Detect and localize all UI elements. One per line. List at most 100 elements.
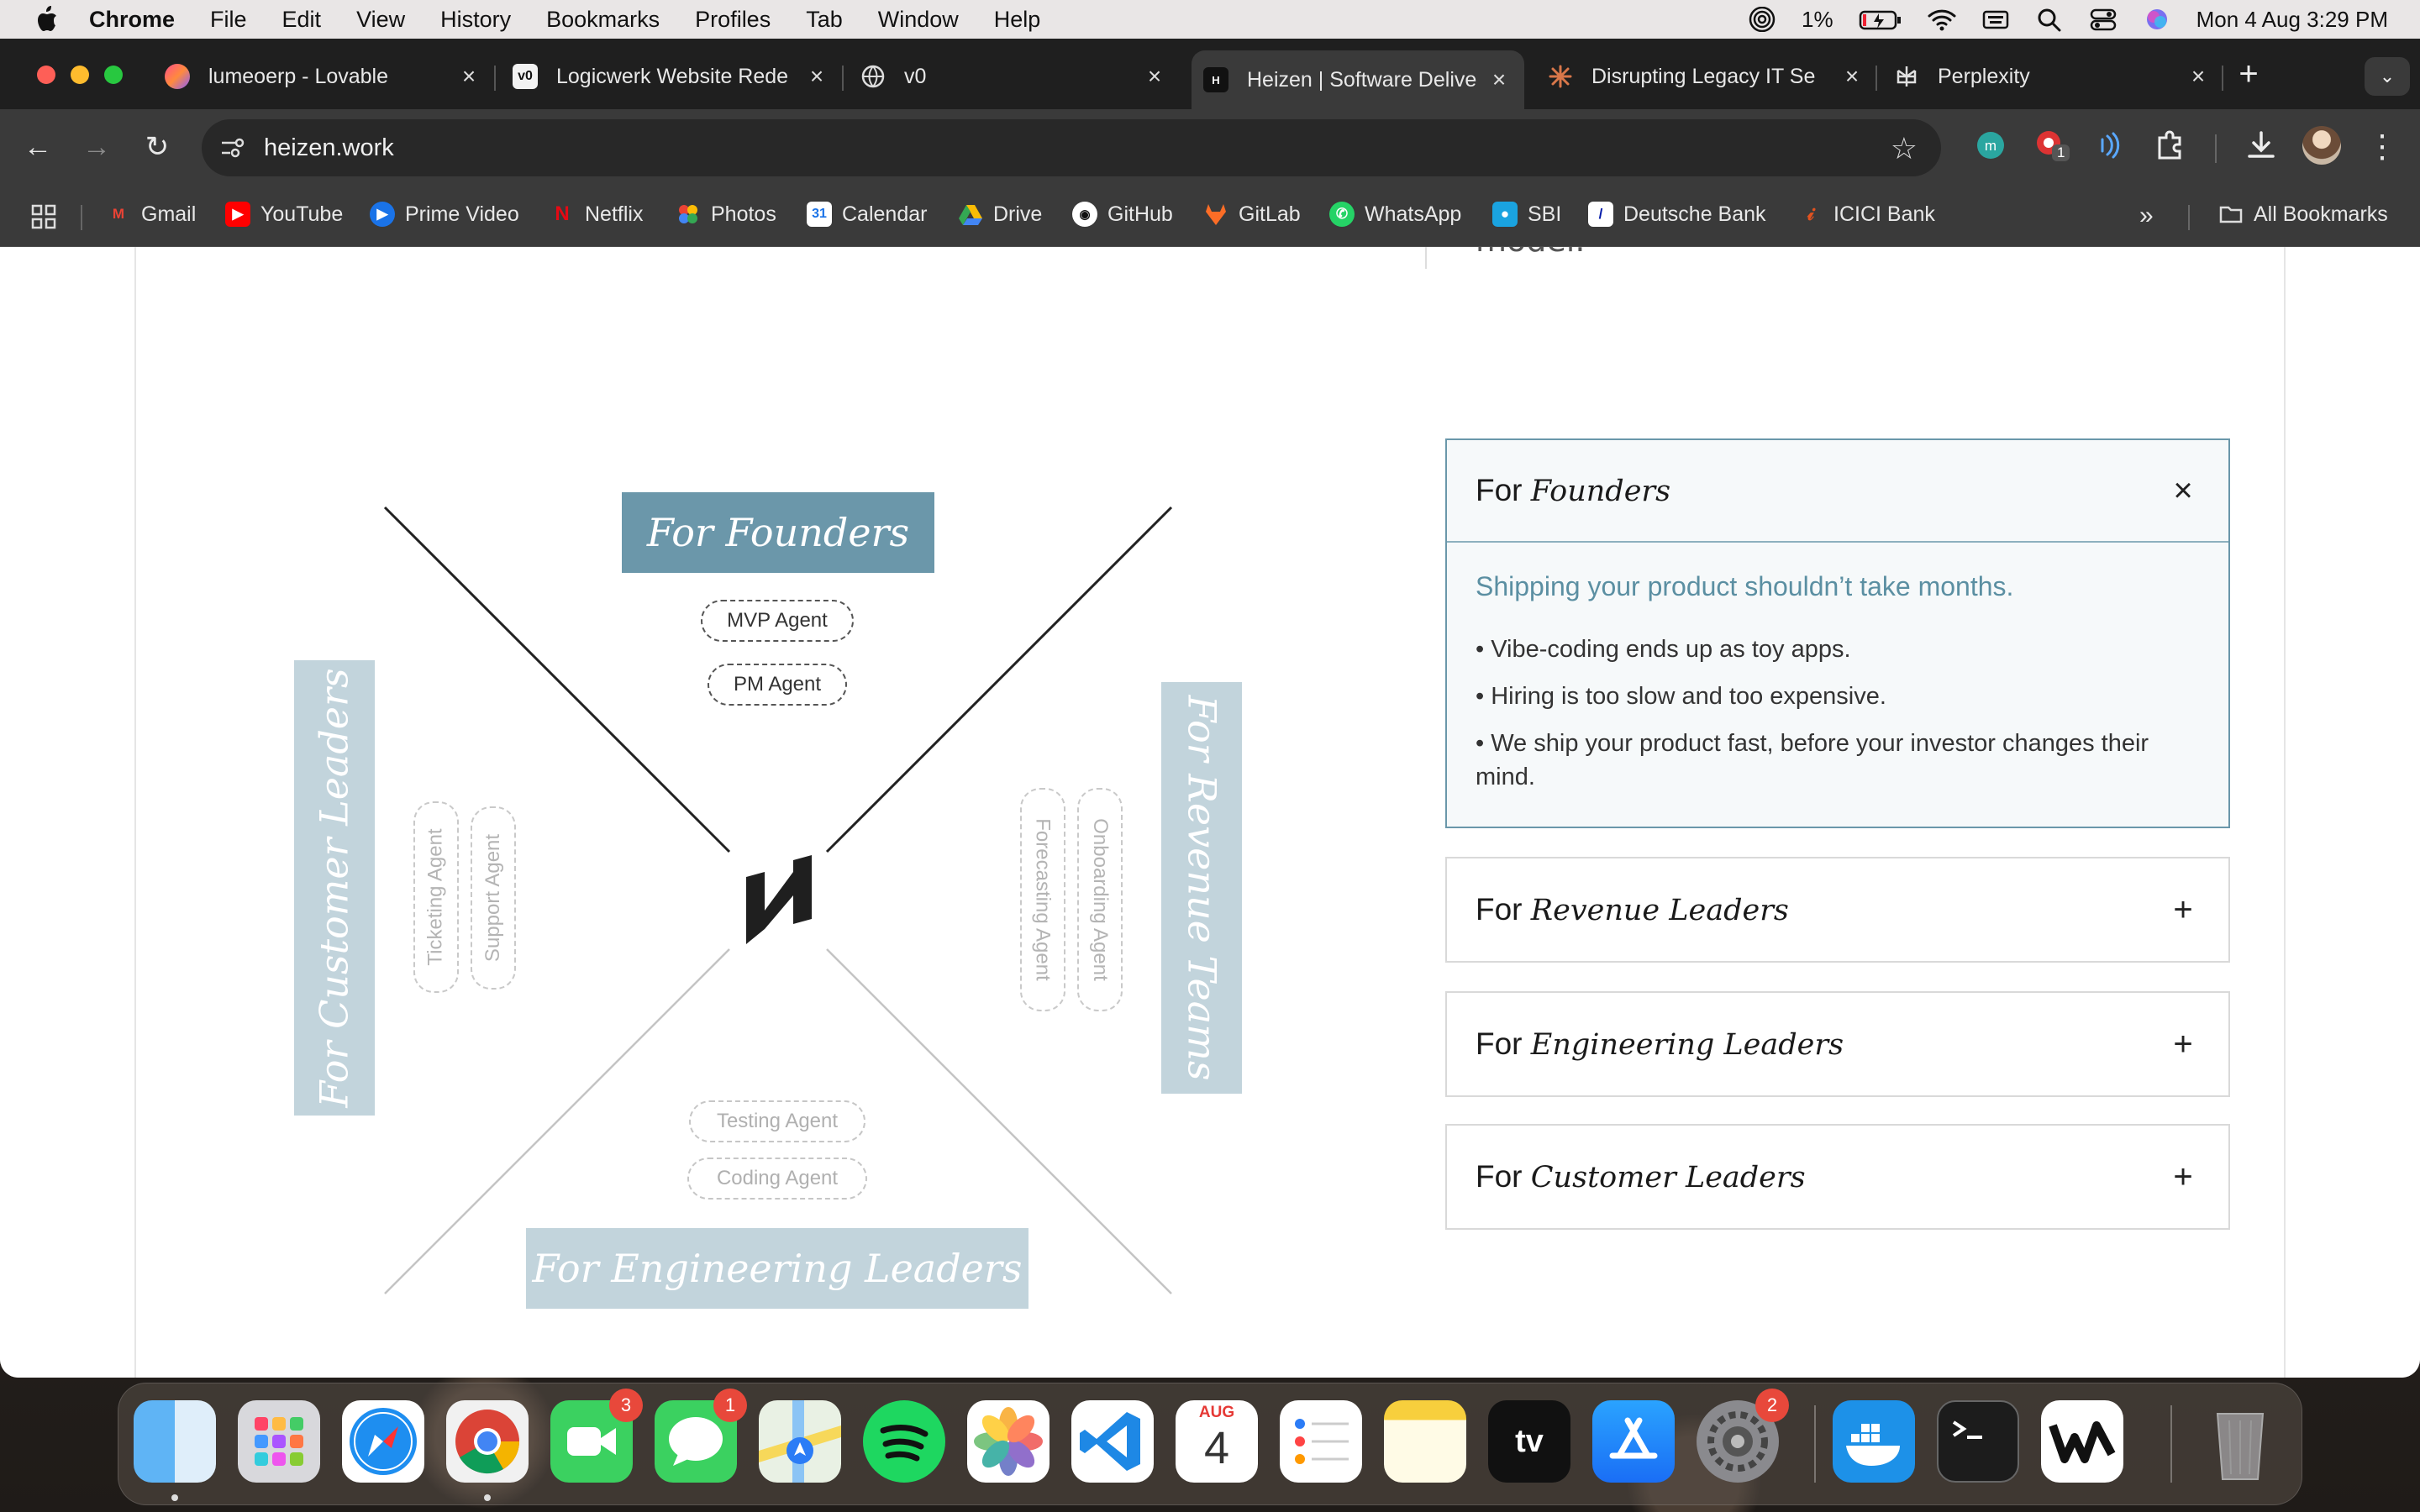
close-tab-icon[interactable]: × bbox=[1840, 63, 1864, 90]
extensions-puzzle-icon[interactable] bbox=[2151, 126, 2190, 165]
bookmark-calendar[interactable]: 31 Calendar bbox=[807, 202, 927, 227]
back-arrow-icon[interactable]: ← bbox=[18, 128, 57, 166]
maps-icon[interactable] bbox=[759, 1400, 841, 1483]
bookmark-sbi[interactable]: ● SBI bbox=[1492, 202, 1561, 227]
safari-icon[interactable] bbox=[342, 1400, 424, 1483]
terminal-icon[interactable] bbox=[1937, 1400, 2019, 1483]
agent-pill-testing[interactable]: Testing Agent bbox=[689, 1100, 865, 1142]
menu-window[interactable]: Window bbox=[878, 7, 959, 33]
apple-tv-icon[interactable]: tv bbox=[1488, 1400, 1570, 1483]
spotify-icon[interactable] bbox=[863, 1400, 945, 1483]
menu-help[interactable]: Help bbox=[994, 7, 1041, 33]
menu-history[interactable]: History bbox=[440, 7, 511, 33]
download-icon[interactable] bbox=[2242, 126, 2281, 165]
bookmark-deutsche-bank[interactable]: / Deutsche Bank bbox=[1588, 202, 1766, 227]
accordion-header-revenue-leaders[interactable]: For Revenue Leaders + bbox=[1447, 858, 2228, 961]
menu-file[interactable]: File bbox=[210, 7, 247, 33]
diagram-label-customer-leaders[interactable]: For Customer Leaders bbox=[294, 660, 375, 1116]
accordion-header-customer-leaders[interactable]: For Customer Leaders + bbox=[1447, 1126, 2228, 1228]
battery-icon[interactable] bbox=[1859, 7, 1902, 32]
chrome-icon[interactable] bbox=[446, 1400, 529, 1483]
apple-icon[interactable] bbox=[34, 5, 59, 34]
vscode-icon[interactable] bbox=[1071, 1400, 1154, 1483]
new-tab-button[interactable]: + bbox=[2232, 55, 2265, 93]
menu-edit[interactable]: Edit bbox=[282, 7, 322, 33]
plus-icon[interactable]: + bbox=[2166, 1158, 2200, 1196]
bookmark-youtube[interactable]: ▶ YouTube bbox=[225, 202, 343, 227]
bookmark-gmail[interactable]: M Gmail bbox=[106, 202, 196, 227]
menu-clock[interactable]: Mon 4 Aug 3:29 PM bbox=[2196, 7, 2388, 33]
tab-v0[interactable]: v0 × bbox=[860, 50, 1166, 102]
agent-pill-onboarding[interactable]: Onboarding Agent bbox=[1077, 788, 1123, 1011]
agent-pill-forecasting[interactable]: Forecasting Agent bbox=[1020, 788, 1065, 1011]
tab-lumeoerp[interactable]: lumeoerp - Lovable × bbox=[165, 50, 481, 102]
close-tab-icon[interactable]: × bbox=[2186, 63, 2210, 90]
accordion-revenue-leaders[interactable]: For Revenue Leaders + bbox=[1445, 857, 2230, 963]
calendar-icon[interactable]: AUG 4 bbox=[1176, 1400, 1258, 1483]
bookmark-icici-bank[interactable]: 𝒾 ICICI Bank bbox=[1798, 202, 1935, 227]
menu-tab[interactable]: Tab bbox=[806, 7, 843, 33]
agent-pill-pm[interactable]: PM Agent bbox=[708, 664, 847, 706]
bookmark-star-icon[interactable]: ☆ bbox=[1891, 131, 1918, 166]
diagram-label-revenue-teams[interactable]: For Revenue Teams bbox=[1161, 682, 1242, 1094]
bookmark-prime-video[interactable]: ▶ Prime Video bbox=[370, 202, 519, 227]
bookmark-github[interactable]: ◉ GitHub bbox=[1072, 202, 1173, 227]
menu-view[interactable]: View bbox=[356, 7, 405, 33]
sound-waves-extension-icon[interactable] bbox=[2091, 126, 2129, 165]
launchpad-icon[interactable] bbox=[238, 1400, 320, 1483]
close-tab-icon[interactable]: × bbox=[805, 63, 829, 90]
trash-icon[interactable] bbox=[2199, 1400, 2281, 1483]
bookmark-netflix[interactable]: N Netflix bbox=[550, 202, 643, 227]
photos-icon[interactable] bbox=[967, 1400, 1050, 1483]
tab-search-chevron-icon[interactable]: ⌄ bbox=[2365, 57, 2410, 96]
warp-w-icon[interactable] bbox=[2041, 1400, 2123, 1483]
bookmark-gitlab[interactable]: GitLab bbox=[1203, 202, 1301, 227]
forward-arrow-icon[interactable]: → bbox=[77, 128, 116, 166]
siri-icon[interactable] bbox=[2143, 7, 2171, 32]
close-tab-icon[interactable]: × bbox=[457, 63, 481, 90]
notes-icon[interactable] bbox=[1384, 1400, 1466, 1483]
close-icon[interactable]: × bbox=[2166, 472, 2200, 510]
agent-pill-mvp[interactable]: MVP Agent bbox=[701, 600, 854, 642]
close-window-button[interactable] bbox=[37, 66, 55, 84]
diagram-label-founders[interactable]: For Founders bbox=[622, 492, 934, 573]
bookmark-photos[interactable]: Photos bbox=[676, 202, 776, 227]
url-text[interactable]: heizen.work bbox=[264, 134, 394, 162]
spotlight-search-icon[interactable] bbox=[2035, 7, 2064, 32]
plus-icon[interactable]: + bbox=[2166, 891, 2200, 929]
bookmarks-overflow-chevron-icon[interactable]: » bbox=[2139, 202, 2154, 230]
minimize-window-button[interactable] bbox=[71, 66, 89, 84]
bookmark-drive[interactable]: Drive bbox=[958, 202, 1042, 227]
all-bookmarks-button[interactable]: All Bookmarks bbox=[2218, 202, 2388, 227]
chrome-menu-kebab-icon[interactable]: ⋮ bbox=[2363, 128, 2402, 166]
apps-grid-icon[interactable] bbox=[30, 203, 57, 230]
wifi-icon[interactable] bbox=[1928, 7, 1956, 32]
accordion-header-founders[interactable]: For Founders × bbox=[1447, 440, 2228, 543]
system-settings-icon[interactable]: 2 bbox=[1697, 1389, 1789, 1483]
finder-icon[interactable] bbox=[134, 1400, 216, 1483]
bookmark-whatsapp[interactable]: ✆ WhatsApp bbox=[1329, 202, 1461, 227]
extension-red-icon[interactable]: 1 bbox=[2032, 126, 2070, 165]
docker-icon[interactable] bbox=[1833, 1400, 1915, 1483]
agent-pill-coding[interactable]: Coding Agent bbox=[687, 1158, 867, 1200]
address-bar[interactable]: heizen.work ☆ bbox=[202, 119, 1941, 176]
menu-profiles[interactable]: Profiles bbox=[695, 7, 771, 33]
tab-logicwerk[interactable]: v0 Logicwerk Website Rede × bbox=[513, 50, 829, 102]
keyboard-icon[interactable] bbox=[1981, 7, 2010, 32]
diagram-label-engineering-leaders[interactable]: For Engineering Leaders bbox=[526, 1228, 1028, 1309]
site-settings-icon[interactable] bbox=[217, 133, 247, 163]
menu-bookmarks[interactable]: Bookmarks bbox=[546, 7, 660, 33]
control-center-icon[interactable] bbox=[2089, 7, 2118, 32]
accordion-customer-leaders[interactable]: For Customer Leaders + bbox=[1445, 1124, 2230, 1230]
tab-heizen-active[interactable]: H Heizen | Software Delive × bbox=[1192, 50, 1524, 109]
tab-disrupting-legacy[interactable]: Disrupting Legacy IT Se × bbox=[1548, 50, 1864, 102]
maximize-window-button[interactable] bbox=[104, 66, 123, 84]
plus-icon[interactable]: + bbox=[2166, 1026, 2200, 1063]
close-tab-icon[interactable]: × bbox=[1487, 66, 1511, 93]
airdrop-icon[interactable] bbox=[1748, 7, 1776, 32]
tab-perplexity[interactable]: Perplexity × bbox=[1894, 50, 2210, 102]
extension-m-icon[interactable]: m bbox=[1971, 126, 2010, 165]
app-store-icon[interactable] bbox=[1592, 1400, 1675, 1483]
profile-avatar[interactable] bbox=[2302, 126, 2341, 165]
facetime-icon[interactable]: 3 bbox=[550, 1389, 643, 1483]
